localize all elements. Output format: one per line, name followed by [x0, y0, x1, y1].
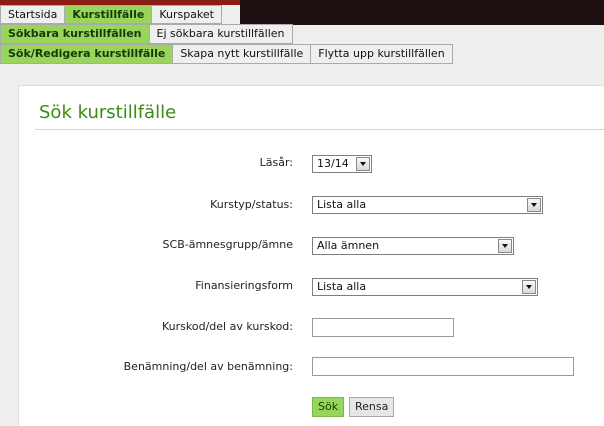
tab-skapa-nytt[interactable]: Skapa nytt kurstillfälle	[173, 44, 312, 64]
nav-level2: Sökbara kurstillfällen Ej sökbara kursti…	[0, 24, 293, 44]
kurstyp-select[interactable]: Lista alla	[312, 196, 543, 214]
tab-kurspaket[interactable]: Kurspaket	[152, 5, 222, 24]
benamning-label: Benämning/del av benämning:	[123, 360, 293, 373]
tab-startsida[interactable]: Startsida	[0, 5, 66, 24]
page-title: Sök kurstillfälle	[39, 102, 177, 123]
search-panel: Sök kurstillfälle Läsår: 13/14 Kurstyp/s…	[18, 85, 604, 426]
tab-ej-sokbara-kurstillfallen[interactable]: Ej sökbara kurstillfällen	[149, 24, 293, 44]
finansiering-select[interactable]: Lista alla	[312, 278, 538, 296]
tab-kurstillfalle[interactable]: Kurstillfälle	[65, 5, 153, 24]
header-banner	[240, 0, 604, 25]
chevron-down-icon	[498, 239, 512, 253]
chevron-down-icon	[527, 198, 541, 212]
lasar-value: 13/14	[317, 157, 349, 170]
kurskod-input[interactable]	[312, 318, 454, 337]
tab-sok-redigera[interactable]: Sök/Redigera kurstillfälle	[0, 44, 174, 64]
tab-flytta-upp[interactable]: Flytta upp kurstillfällen	[311, 44, 453, 64]
lasar-label: Läsår:	[259, 156, 293, 169]
scb-label: SCB-ämnesgrupp/ämne	[162, 238, 293, 251]
finansiering-label: Finansieringsform	[195, 279, 293, 292]
kurstyp-label: Kurstyp/status:	[210, 198, 293, 211]
chevron-down-icon	[522, 280, 536, 294]
lasar-select[interactable]: 13/14	[312, 155, 372, 173]
scb-value: Alla ämnen	[317, 239, 380, 252]
nav-level3: Sök/Redigera kurstillfälle Skapa nytt ku…	[0, 44, 453, 64]
clear-button[interactable]: Rensa	[349, 397, 395, 417]
finansiering-value: Lista alla	[317, 280, 367, 293]
kurstyp-value: Lista alla	[317, 198, 367, 211]
tab-sokbara-kurstillfallen[interactable]: Sökbara kurstillfällen	[0, 24, 150, 44]
chevron-down-icon	[356, 157, 370, 171]
search-button[interactable]: Sök	[312, 397, 345, 417]
benamning-input[interactable]	[312, 357, 574, 376]
title-divider	[35, 129, 604, 130]
kurskod-label: Kurskod/del av kurskod:	[162, 320, 293, 333]
scb-select[interactable]: Alla ämnen	[312, 237, 514, 255]
nav-level1: Startsida Kurstillfälle Kurspaket	[0, 5, 222, 24]
